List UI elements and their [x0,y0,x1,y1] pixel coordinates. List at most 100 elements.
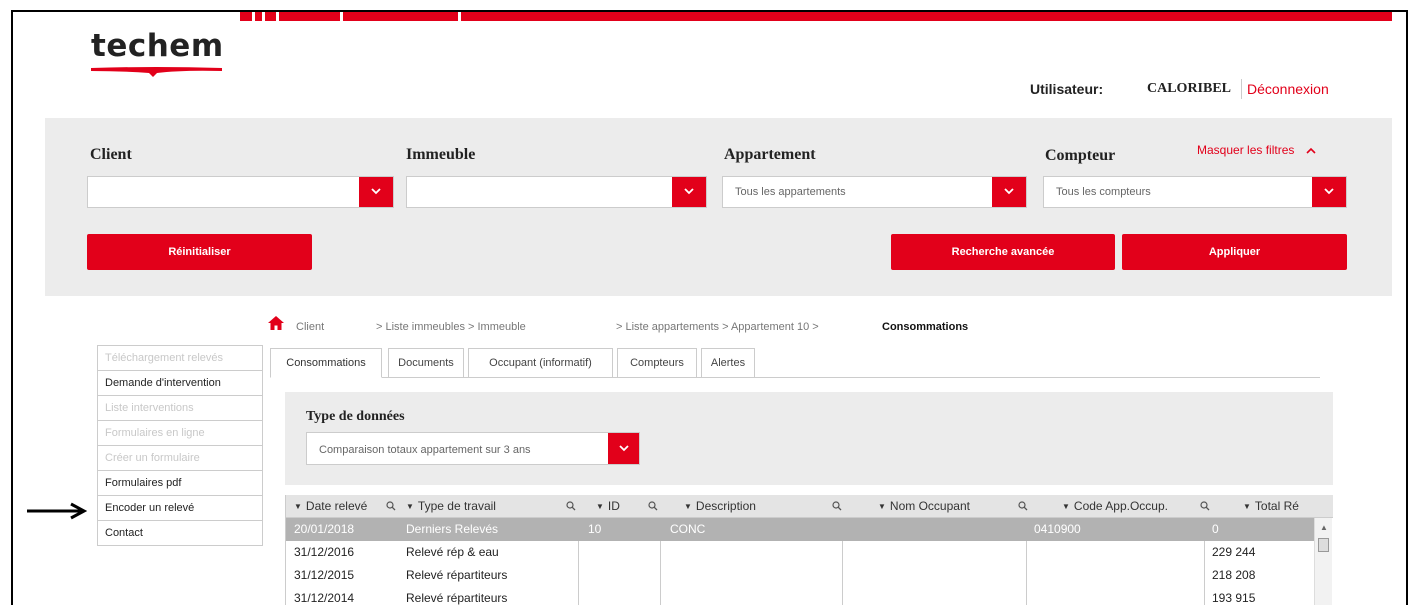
search-icon[interactable] [386,501,396,511]
cell-total: 229 244 [1212,545,1256,559]
cell-total: 218 208 [1212,568,1256,582]
cell-description: CONC [670,522,706,536]
cell-code [1026,587,1034,605]
tab-compteurs[interactable]: Compteurs [617,348,697,378]
sidebar-item-contact[interactable]: Contact [98,521,262,546]
breadcrumb-appartements[interactable]: > Liste appartements > Appartement 10 > [616,321,819,333]
immeuble-select[interactable] [406,176,707,208]
cell-id [580,564,588,587]
table-row[interactable]: 31/12/2015 Relevé répartiteurs 218 208 [286,564,1316,587]
immeuble-select-arrow[interactable] [672,177,706,207]
cell-description [662,564,670,587]
breadcrumb-immeubles[interactable]: > Liste immeubles > Immeuble [376,321,526,333]
cell-description [662,587,670,605]
column-header-code[interactable]: ▼ Code App.Occup. [1054,495,1212,518]
table-scrollbar[interactable]: ▲ [1314,518,1332,605]
sort-triangle-icon: ▼ [684,502,692,511]
tab-consommations[interactable]: Consommations [270,348,382,378]
compteur-select-arrow[interactable] [1312,177,1346,207]
sidebar-item-telechargement: Téléchargement relevés [98,346,262,371]
search-icon[interactable] [832,501,842,511]
client-select-arrow[interactable] [359,177,393,207]
column-header-id[interactable]: ▼ ID [588,495,660,518]
compteur-label: Compteur [1045,147,1116,164]
table-header: ▼ Date relevé ▼ Type de travail ▼ ID ▼ Descr… [286,495,1333,518]
cell-id [580,541,588,564]
data-type-select[interactable]: Comparaison totaux appartement sur 3 ans [306,432,640,465]
sort-triangle-icon: ▼ [596,502,604,511]
sidebar-item-demande-intervention[interactable]: Demande d'intervention [98,371,262,396]
cell-description [662,541,670,564]
sidebar-item-formulaires-pdf[interactable]: Formulaires pdf [98,471,262,496]
logout-link[interactable]: Déconnexion [1247,81,1329,97]
techem-logo[interactable]: techem [91,28,224,77]
cell-id: 10 [588,522,602,536]
hide-filters-link[interactable]: Masquer les filtres [1197,143,1316,157]
appartement-select[interactable]: Tous les appartements [722,176,1027,208]
chevron-down-icon [684,188,694,195]
advanced-search-button[interactable]: Recherche avancée [891,234,1115,270]
column-header-description[interactable]: ▼ Description [676,495,844,518]
apply-button[interactable]: Appliquer [1122,234,1347,270]
cell-code [1026,564,1034,587]
cell-code: 0410900 [1034,522,1081,536]
compteur-select[interactable]: Tous les compteurs [1043,176,1347,208]
column-header-date[interactable]: ▼ Date relevé [286,495,398,518]
cell-date: 31/12/2014 [294,591,355,605]
table-row[interactable]: 20/01/2018 Derniers Relevés 10 CONC 0410… [286,518,1316,541]
chevron-down-icon [1324,188,1334,195]
cell-type: Derniers Relevés [406,522,499,536]
client-label: Client [90,146,132,163]
reset-button[interactable]: Réinitialiser [87,234,312,270]
hide-filters-label: Masquer les filtres [1197,143,1295,157]
scroll-thumb[interactable] [1318,538,1329,552]
cell-date: 20/01/2018 [294,522,355,536]
appartement-select-value: Tous les appartements [735,186,846,198]
arrow-pointer-icon [27,502,87,520]
data-type-select-arrow[interactable] [608,433,639,464]
chevron-down-icon [371,188,381,195]
cell-total: 193 915 [1212,591,1256,605]
user-name: CALORIBEL [1147,81,1232,96]
column-header-type[interactable]: ▼ Type de travail [398,495,578,518]
chevron-up-icon [1306,147,1316,154]
cell-type: Relevé répartiteurs [406,568,508,582]
search-icon[interactable] [1200,501,1210,511]
column-header-occupant[interactable]: ▼ Nom Occupant [870,495,1030,518]
tab-documents[interactable]: Documents [388,348,464,378]
client-select[interactable] [87,176,394,208]
appartement-select-arrow[interactable] [992,177,1026,207]
sidebar-item-liste-interventions: Liste interventions [98,396,262,421]
search-icon[interactable] [566,501,576,511]
cell-total: 0 [1212,522,1219,536]
cell-date: 31/12/2016 [294,545,355,559]
sort-triangle-icon: ▼ [1243,502,1251,511]
breadcrumb-client[interactable]: Client [296,321,324,333]
sidebar-item-encoder-releve[interactable]: Encoder un relevé [98,496,262,521]
immeuble-label: Immeuble [406,146,476,163]
home-icon[interactable] [268,316,284,330]
tab-alertes[interactable]: Alertes [701,348,755,378]
compteur-select-value: Tous les compteurs [1056,186,1151,198]
sort-triangle-icon: ▼ [294,502,302,511]
sidebar-item-creer-formulaire: Créer un formulaire [98,446,262,471]
column-header-total[interactable]: ▼ Total Ré [1235,495,1333,518]
scroll-up-icon[interactable]: ▲ [1320,523,1328,532]
search-icon[interactable] [1018,501,1028,511]
cell-id [580,587,588,605]
logo-swoosh-icon [91,67,222,77]
table-row[interactable]: 31/12/2016 Relevé rép & eau 229 244 [286,541,1316,564]
search-icon[interactable] [648,501,658,511]
data-type-value: Comparaison totaux appartement sur 3 ans [319,444,531,456]
tab-occupant[interactable]: Occupant (informatif) [468,348,613,378]
cell-code [1026,541,1034,564]
sidebar-item-formulaires-en-ligne: Formulaires en ligne [98,421,262,446]
consumption-table: ▼ Date relevé ▼ Type de travail ▼ ID ▼ Descr… [285,495,1333,605]
cell-occupant [844,564,852,587]
cell-date: 31/12/2015 [294,568,355,582]
cell-type: Relevé rép & eau [406,545,499,559]
sort-triangle-icon: ▼ [406,502,414,511]
breadcrumb-current: Consommations [882,321,969,333]
table-row[interactable]: 31/12/2014 Relevé répartiteurs 193 915 [286,587,1316,605]
chevron-down-icon [1004,188,1014,195]
